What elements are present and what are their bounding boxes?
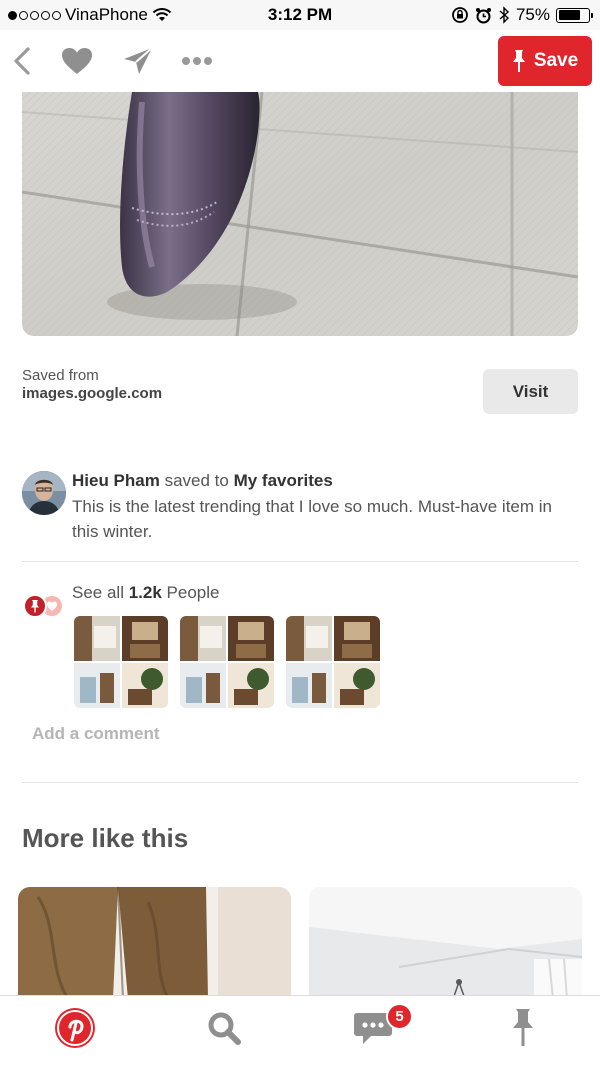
board-thumbnail-image bbox=[228, 663, 274, 708]
related-pin[interactable] bbox=[309, 887, 582, 999]
visit-button[interactable]: Visit bbox=[483, 369, 578, 414]
user-photo bbox=[22, 471, 66, 515]
board-thumbnail-image bbox=[122, 663, 168, 708]
heart-icon bbox=[62, 48, 92, 74]
battery-percent: 75% bbox=[515, 5, 550, 24]
board-thumbnail-image bbox=[228, 616, 274, 661]
save-label: Save bbox=[533, 50, 579, 71]
divider bbox=[22, 561, 578, 562]
people-prefix: See all bbox=[72, 583, 124, 602]
see-all-people-link[interactable]: See all 1.2k People bbox=[72, 583, 219, 603]
back-icon bbox=[14, 47, 30, 75]
search-icon bbox=[208, 1012, 241, 1045]
pin-profile-icon bbox=[513, 1009, 533, 1046]
pin-icon bbox=[512, 50, 525, 72]
board-thumbnail-image bbox=[334, 663, 380, 708]
like-button[interactable] bbox=[58, 42, 96, 80]
board-thumbnail-image bbox=[286, 616, 332, 661]
saved-from-url[interactable]: images.google.com bbox=[22, 385, 162, 402]
tab-profile[interactable] bbox=[498, 1006, 548, 1050]
related-pin-image bbox=[18, 887, 291, 999]
saved-from-label: Saved from bbox=[22, 367, 99, 384]
board-thumbnail-image bbox=[286, 663, 332, 708]
board-thumbnail-image bbox=[180, 663, 226, 708]
people-icons bbox=[22, 594, 66, 618]
alarm-icon bbox=[475, 7, 491, 23]
board-thumbnail-image bbox=[334, 616, 380, 661]
people-count: 1.2k bbox=[128, 583, 162, 602]
pin-image[interactable] bbox=[22, 92, 578, 336]
tab-bar bbox=[0, 995, 600, 1066]
board-name[interactable]: My favorites bbox=[234, 471, 333, 490]
tab-home[interactable] bbox=[50, 1006, 100, 1050]
people-board-thumbnail[interactable] bbox=[286, 616, 380, 708]
divider bbox=[22, 782, 578, 783]
top-nav: Save bbox=[0, 30, 600, 92]
board-thumbnail-image bbox=[74, 663, 120, 708]
more-icon bbox=[182, 57, 212, 65]
pinterest-home-icon bbox=[55, 1008, 95, 1048]
more-like-this-title: More like this bbox=[22, 823, 189, 853]
saver-name[interactable]: Hieu Pham bbox=[72, 471, 160, 490]
send-button[interactable] bbox=[120, 42, 156, 80]
shoe-photo bbox=[22, 92, 578, 336]
pin-description: This is the latest trending that I love … bbox=[72, 497, 552, 541]
board-thumbnail-image bbox=[74, 616, 120, 661]
board-thumbnail-image bbox=[122, 616, 168, 661]
people-board-thumbnail[interactable] bbox=[180, 616, 274, 708]
send-icon bbox=[124, 47, 153, 74]
save-button[interactable]: Save bbox=[498, 36, 592, 86]
status-right: 75% bbox=[451, 5, 593, 25]
status-bar: VinaPhone 3:12 PM 75% bbox=[0, 0, 600, 30]
related-pin-image bbox=[309, 887, 582, 999]
notification-badge: 5 bbox=[386, 1003, 413, 1030]
bluetooth-icon bbox=[499, 6, 509, 24]
back-button[interactable] bbox=[6, 42, 38, 80]
board-thumbnail-image bbox=[180, 616, 226, 661]
tab-search[interactable] bbox=[199, 1006, 249, 1050]
more-options-button[interactable] bbox=[178, 42, 216, 80]
related-pin[interactable] bbox=[18, 887, 291, 999]
saves-icon bbox=[23, 594, 62, 618]
avatar[interactable] bbox=[22, 471, 66, 515]
people-suffix: People bbox=[166, 583, 220, 602]
battery-level bbox=[558, 10, 581, 20]
saver-line: Hieu Pham saved to My favorites bbox=[72, 471, 333, 491]
saver-action: saved to bbox=[164, 471, 229, 490]
add-comment-input[interactable]: Add a comment bbox=[32, 724, 160, 744]
battery-icon bbox=[556, 7, 593, 23]
rotation-lock-icon bbox=[452, 7, 468, 23]
people-board-thumbnail[interactable] bbox=[74, 616, 168, 708]
